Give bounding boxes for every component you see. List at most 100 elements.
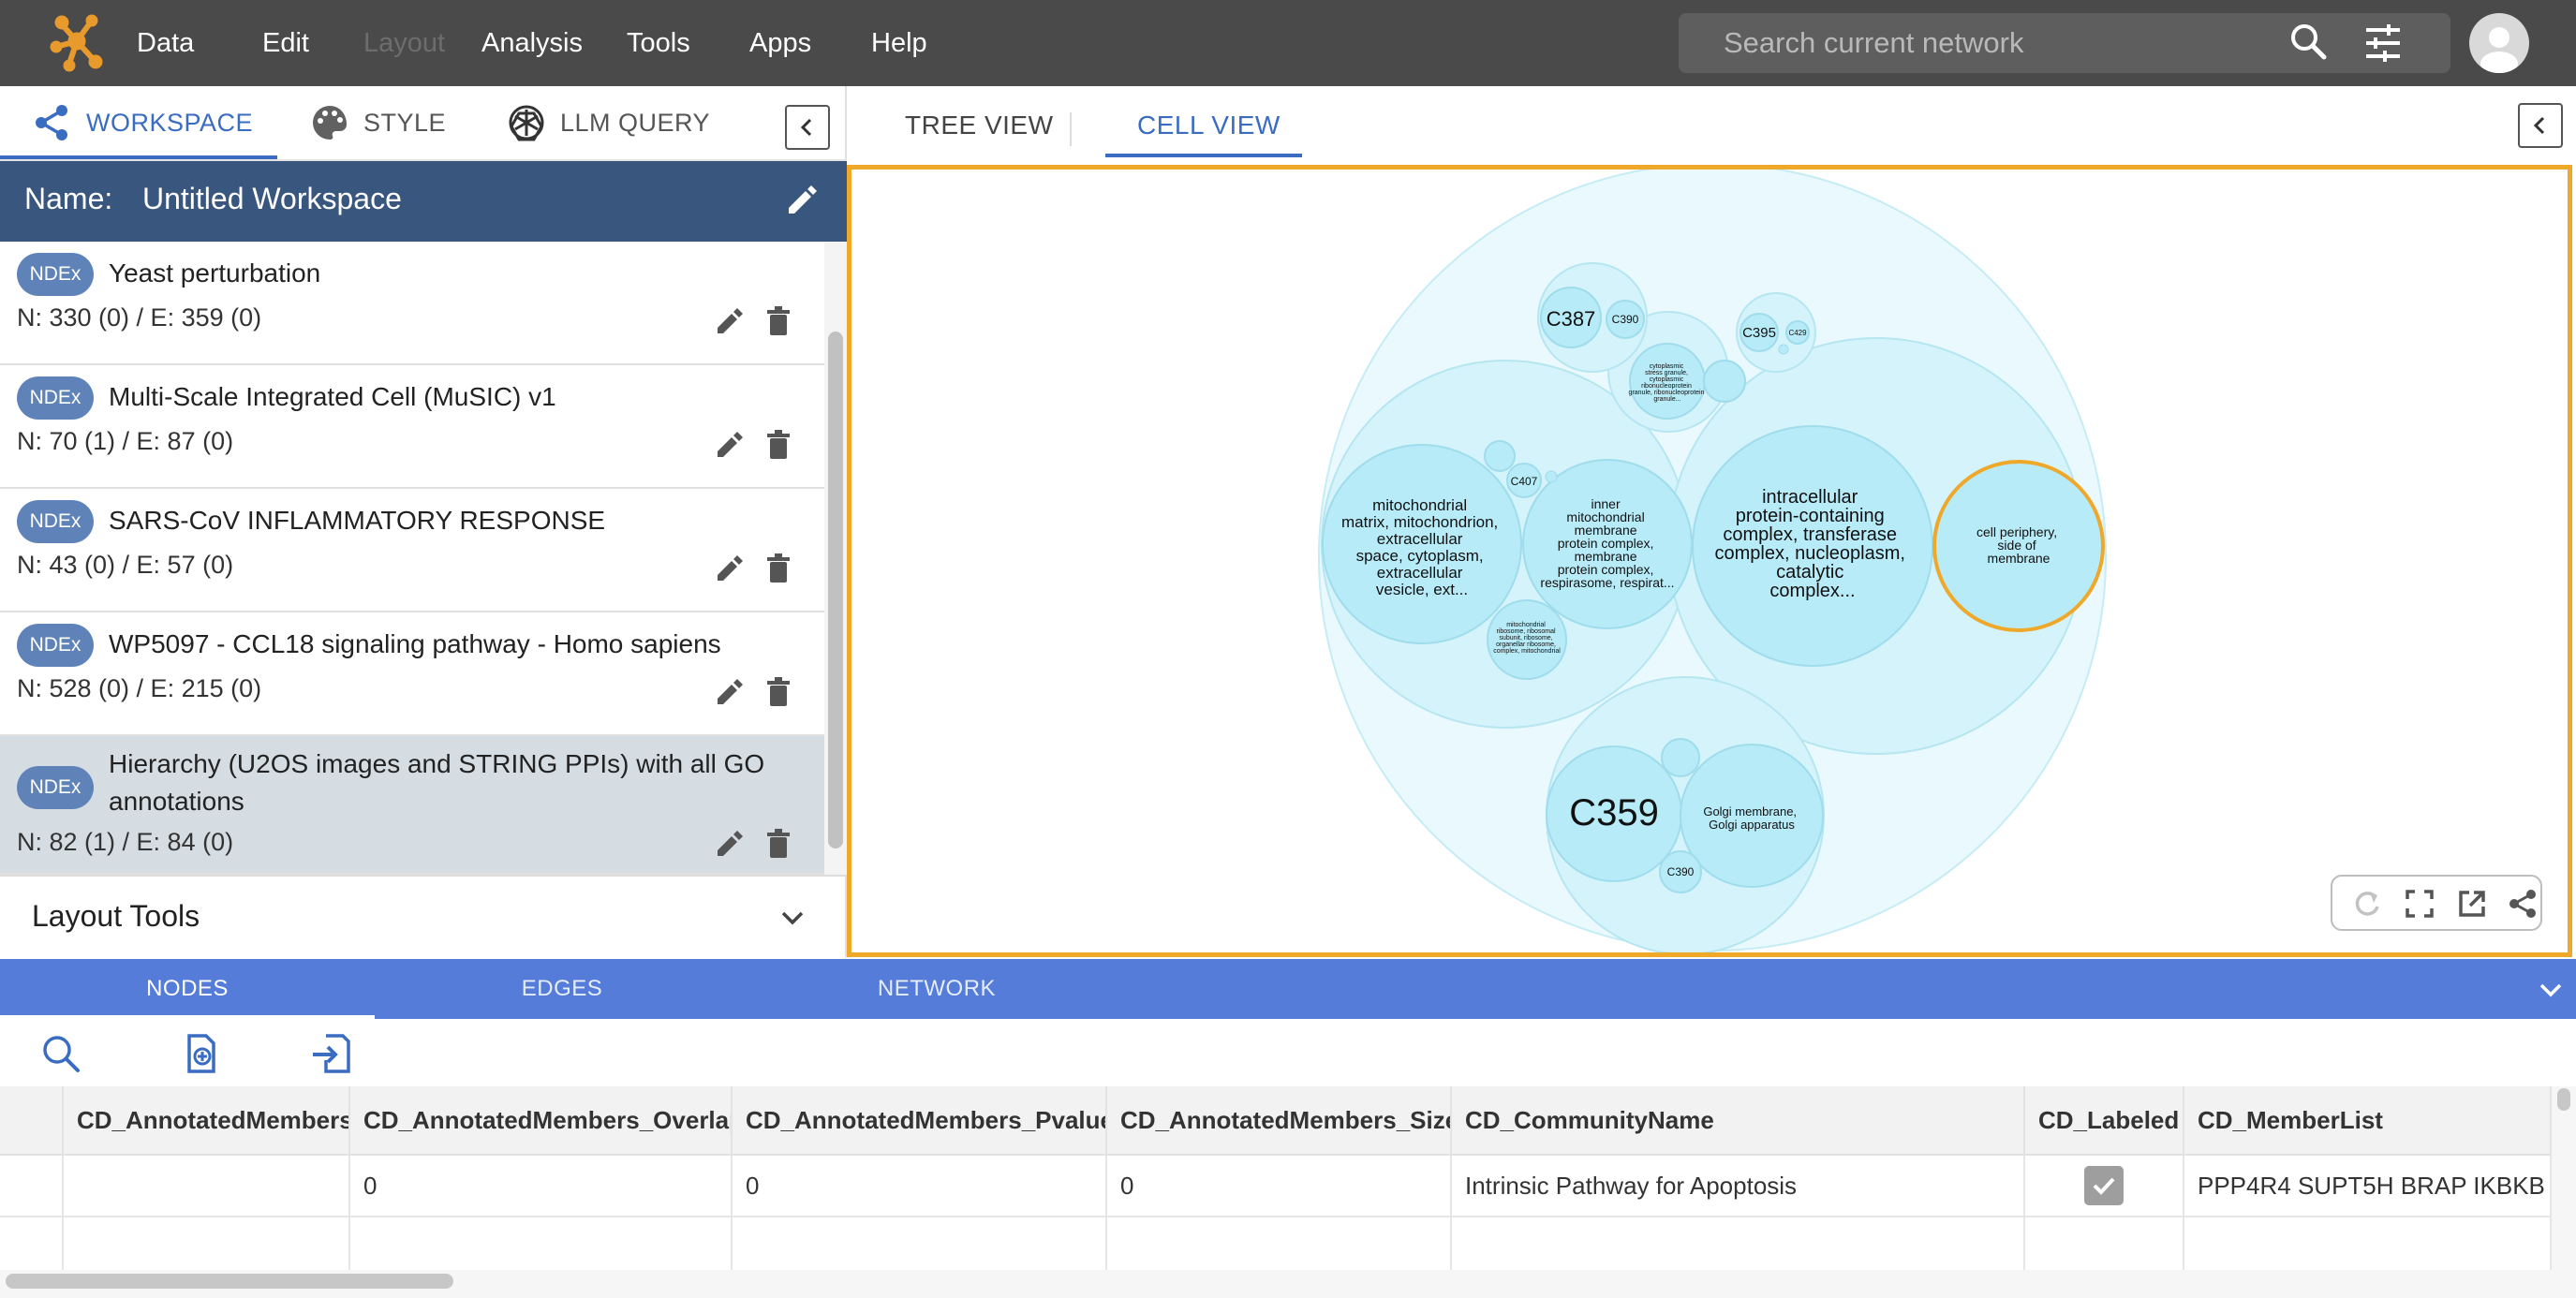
network-list-scrollbar[interactable] xyxy=(824,242,847,875)
network-stats: N: 43 (0) / E: 57 (0) xyxy=(17,551,234,579)
edit-network-icon[interactable] xyxy=(714,305,746,337)
app-window: Data Edit Layout Analysis Tools Apps Hel… xyxy=(0,0,2576,1298)
table-cell[interactable] xyxy=(2025,1217,2184,1270)
table-cell[interactable] xyxy=(1452,1217,2025,1270)
network-list-item[interactable]: NDEx Multi-Scale Integrated Cell (MuSIC)… xyxy=(0,365,824,489)
table-cell[interactable] xyxy=(64,1217,350,1270)
search-icon[interactable] xyxy=(2287,21,2329,62)
left-panel: WORKSPACE STYLE LLM QUERY Name: Untitled… xyxy=(0,86,847,957)
table-header-cell[interactable]: CD_AnnotatedMembers_Size xyxy=(1107,1086,1452,1156)
menu-analysis[interactable]: Analysis xyxy=(481,24,583,62)
menu-tools[interactable]: Tools xyxy=(627,24,690,62)
chevron-left-icon xyxy=(2533,116,2545,135)
search-icon[interactable] xyxy=(39,1032,82,1075)
delete-network-icon[interactable] xyxy=(762,553,794,584)
network-list-item[interactable]: NDEx SARS-CoV INFLAMMATORY RESPONSE N: 4… xyxy=(0,489,824,612)
table-horizontal-scrollbar[interactable] xyxy=(0,1270,2576,1298)
table-cell xyxy=(2025,1156,2184,1217)
tab-network[interactable]: NETWORK xyxy=(749,959,1124,1019)
network-list-item[interactable]: NDEx WP5097 - CCL18 signaling pathway - … xyxy=(0,612,824,736)
network-list: NDEx Yeast perturbation N: 330 (0) / E: … xyxy=(0,242,824,875)
table-header-cell[interactable]: CD_AnnotatedMembers xyxy=(64,1086,350,1156)
community-circle-small[interactable] xyxy=(1545,470,1558,483)
table-header-cell[interactable]: CD_AnnotatedMembers_Pvalue xyxy=(733,1086,1107,1156)
table-cell[interactable] xyxy=(1107,1217,1452,1270)
tab-tree-view[interactable]: TREE VIEW xyxy=(905,111,1054,140)
table-cell[interactable] xyxy=(350,1217,733,1270)
scrollbar-thumb[interactable] xyxy=(2557,1088,2570,1111)
label-c359: C359 xyxy=(1569,792,1659,833)
label-c407: C407 xyxy=(1511,475,1538,488)
tab-nodes[interactable]: NODES xyxy=(0,959,375,1019)
table-panel-tabs: NODES EDGES NETWORK xyxy=(0,959,2576,1019)
table-header-cell[interactable]: CD_CommunityName xyxy=(1452,1086,2025,1156)
scrollbar-thumb[interactable] xyxy=(6,1274,453,1289)
delete-network-icon[interactable] xyxy=(762,305,794,337)
chevron-down-icon xyxy=(781,911,804,925)
table-header-cell[interactable]: CD_Labeled xyxy=(2025,1086,2184,1156)
import-table-icon[interactable] xyxy=(309,1032,352,1075)
network-stats: N: 82 (1) / E: 84 (0) xyxy=(17,828,234,856)
table-header-cell[interactable]: CD_AnnotatedMembers_Overlap xyxy=(350,1086,733,1156)
community-circle-small[interactable] xyxy=(1484,440,1516,472)
tab-workspace[interactable]: WORKSPACE xyxy=(32,86,253,159)
edit-network-icon[interactable] xyxy=(714,553,746,584)
community-circle-small[interactable] xyxy=(1778,344,1789,355)
fit-to-screen-icon[interactable] xyxy=(2404,888,2435,920)
search-input[interactable] xyxy=(1679,13,2241,73)
collapse-right-panel-button[interactable] xyxy=(2518,103,2563,148)
table-cell[interactable] xyxy=(733,1217,1107,1270)
network-title: SARS-CoV INFLAMMATORY RESPONSE xyxy=(109,506,606,535)
collapse-left-panel-button[interactable] xyxy=(785,105,830,150)
layout-tools-accordion[interactable]: Layout Tools xyxy=(0,875,847,957)
table-cell[interactable]: 0 xyxy=(733,1156,1107,1217)
tab-style[interactable]: STYLE xyxy=(309,86,446,159)
edit-network-icon[interactable] xyxy=(714,828,746,860)
label-c390-bottom: C390 xyxy=(1667,865,1695,878)
table-cell[interactable]: 0 xyxy=(1107,1156,1452,1217)
tab-cell-view[interactable]: CELL VIEW xyxy=(1137,111,1281,140)
delete-network-icon[interactable] xyxy=(762,429,794,461)
search-options-icon[interactable] xyxy=(2362,22,2404,64)
labeled-checkbox[interactable] xyxy=(2084,1166,2124,1205)
chevron-down-icon[interactable] xyxy=(2535,974,2567,1006)
ndex-badge: NDEx xyxy=(17,376,94,420)
menu-layout: Layout xyxy=(363,28,446,58)
menu-data[interactable]: Data xyxy=(137,24,194,62)
table-cell[interactable]: Intrinsic Pathway for Apoptosis xyxy=(1452,1156,2025,1217)
menu-help[interactable]: Help xyxy=(871,24,927,62)
edit-workspace-name-icon[interactable] xyxy=(783,182,821,219)
add-column-icon[interactable] xyxy=(180,1032,223,1075)
table-vertical-scrollbar[interactable] xyxy=(2552,1086,2576,1270)
community-circle-small[interactable] xyxy=(1661,738,1700,777)
community-circle-small[interactable] xyxy=(1703,360,1746,403)
open-in-new-icon[interactable] xyxy=(2456,888,2488,920)
menu-edit[interactable]: Edit xyxy=(262,24,309,62)
table-header-cell[interactable]: CD_MemberList xyxy=(2184,1086,2552,1156)
share-icon[interactable] xyxy=(2507,888,2539,920)
ndex-badge: NDEx xyxy=(17,500,94,543)
tab-llm-query[interactable]: LLM QUERY xyxy=(506,86,710,159)
table-row-number xyxy=(0,1156,64,1217)
top-menu-bar: Data Edit Layout Analysis Tools Apps Hel… xyxy=(0,0,2576,86)
circle-packing-svg[interactable]: C387 C390 C395 C429 C407 C359 C390 mitoc… xyxy=(851,170,2568,952)
edit-network-icon[interactable] xyxy=(714,429,746,461)
table-cell[interactable] xyxy=(2184,1217,2552,1270)
menu-apps[interactable]: Apps xyxy=(749,24,811,62)
refresh-icon[interactable] xyxy=(2351,888,2383,920)
network-list-item[interactable]: NDEx Yeast perturbation N: 330 (0) / E: … xyxy=(0,242,824,365)
scrollbar-thumb[interactable] xyxy=(828,332,843,848)
user-avatar-icon[interactable] xyxy=(2469,13,2529,73)
tab-edges[interactable]: EDGES xyxy=(375,959,749,1019)
delete-network-icon[interactable] xyxy=(762,828,794,860)
cell-view-canvas[interactable]: C387 C390 C395 C429 C407 C359 C390 mitoc… xyxy=(847,165,2572,957)
network-stats: N: 528 (0) / E: 215 (0) xyxy=(17,674,262,702)
table-cell[interactable]: 0 xyxy=(350,1156,733,1217)
delete-network-icon[interactable] xyxy=(762,676,794,708)
cytoscape-logo-icon[interactable] xyxy=(49,13,105,73)
table-cell[interactable] xyxy=(64,1156,350,1217)
table-cell[interactable]: PPP4R4 SUPT5H BRAP IKBKB xyxy=(2184,1156,2552,1217)
network-list-item-selected[interactable]: NDEx Hierarchy (U2OS images and STRING P… xyxy=(0,736,824,875)
edit-network-icon[interactable] xyxy=(714,676,746,708)
workspace-name-value[interactable]: Untitled Workspace xyxy=(142,182,402,216)
